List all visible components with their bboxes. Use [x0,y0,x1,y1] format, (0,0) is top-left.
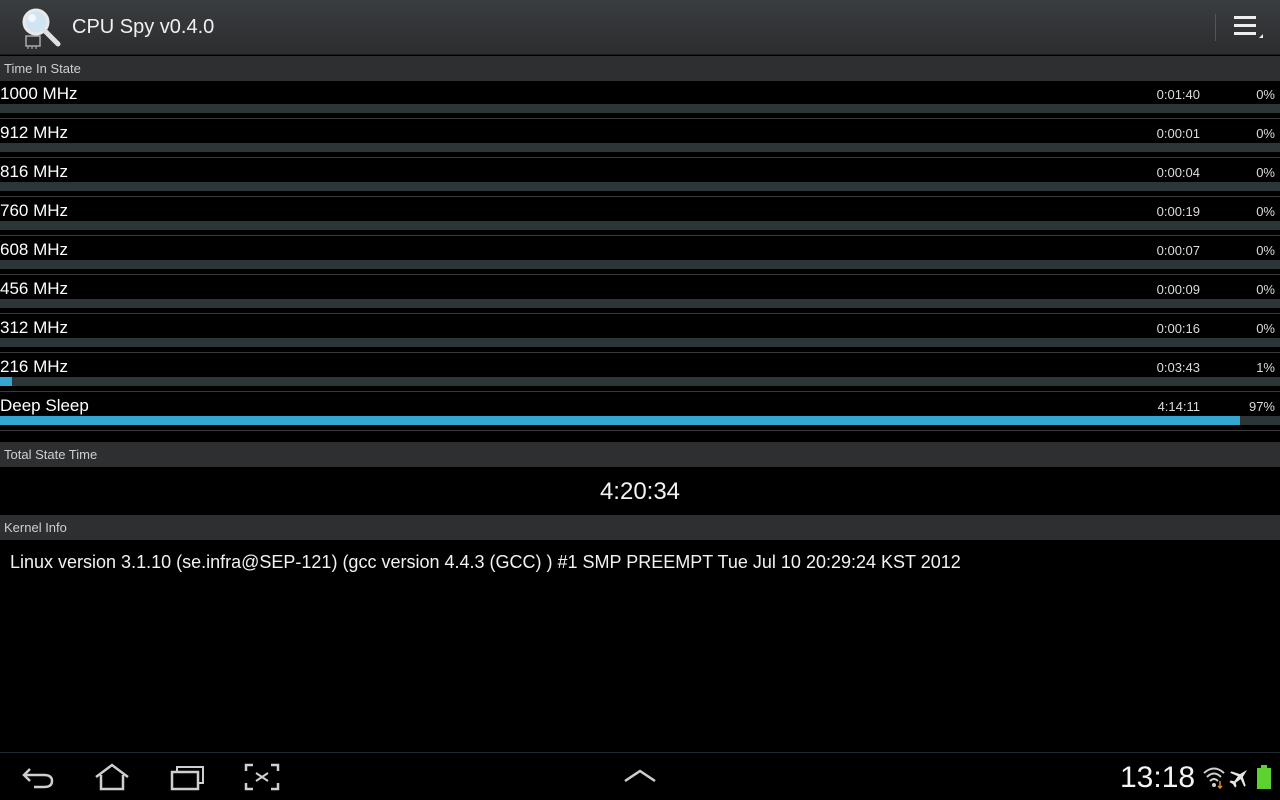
screenshot-icon[interactable] [242,763,282,791]
recent-apps-icon[interactable] [167,763,207,791]
state-progress-bar [0,377,1280,386]
row-divider [0,118,1280,119]
state-name: 760 MHz [0,201,69,220]
kernel-info-header: Kernel Info [0,515,1280,540]
state-progress-bar [0,182,1280,191]
state-row: Deep Sleep 4:14:11 97% [0,393,1280,432]
state-name: 312 MHz [0,318,69,337]
battery-icon [1257,765,1271,789]
action-bar-divider [1215,14,1216,41]
state-time: 4:14:11 [1157,399,1200,414]
state-name: 912 MHz [0,123,69,142]
airplane-mode-icon [1229,769,1248,788]
state-row: 912 MHz 0:00:01 0% [0,120,1280,159]
state-time: 0:00:07 [1156,243,1200,258]
state-percent: 0% [1256,87,1275,102]
state-list: 1000 MHz 0:01:40 0% 912 MHz 0:00:01 0% 816 MHz… [0,81,1280,432]
state-time: 0:01:40 [1156,87,1200,102]
state-progress-bar [0,260,1280,269]
overflow-menu-icon[interactable] [1230,12,1266,44]
system-nav-bar: 13:18 [0,752,1280,800]
magnifier-chip-icon[interactable] [18,6,62,50]
state-progress-fill [0,377,12,386]
state-progress-fill [0,416,1240,425]
row-divider [0,196,1280,197]
state-name: Deep Sleep [0,396,89,415]
state-percent: 1% [1256,360,1275,375]
state-percent: 0% [1256,243,1275,258]
state-name: 1000 MHz [0,84,78,103]
state-percent: 0% [1256,282,1275,297]
state-name: 816 MHz [0,162,69,181]
state-percent: 0% [1256,126,1275,141]
wifi-icon [1203,767,1225,789]
state-row: 456 MHz 0:00:09 0% [0,276,1280,315]
state-progress-bar [0,143,1280,152]
state-time: 0:00:09 [1156,282,1200,297]
row-divider [0,157,1280,158]
state-progress-bar [0,221,1280,230]
state-row: 608 MHz 0:00:07 0% [0,237,1280,276]
row-divider [0,352,1280,353]
back-icon[interactable] [18,763,58,791]
state-time: 0:00:19 [1156,204,1200,219]
state-progress-bar [0,416,1280,425]
total-state-time-header: Total State Time [0,442,1280,467]
home-icon[interactable] [92,763,132,791]
state-progress-bar [0,299,1280,308]
row-divider [0,391,1280,392]
state-row: 1000 MHz 0:01:40 0% [0,81,1280,120]
row-divider [0,313,1280,314]
state-time: 0:00:01 [1156,126,1200,141]
state-row: 816 MHz 0:00:04 0% [0,159,1280,198]
state-time: 0:00:16 [1156,321,1200,336]
state-time: 0:00:04 [1156,165,1200,180]
state-name: 608 MHz [0,240,69,259]
time-in-state-header: Time In State [0,56,1280,81]
state-percent: 0% [1256,204,1275,219]
state-name: 456 MHz [0,279,69,298]
state-time: 0:03:43 [1156,360,1200,375]
row-divider [0,430,1280,431]
row-divider [0,274,1280,275]
total-state-time-value: 4:20:34 [599,478,681,505]
app-title: CPU Spy v0.4.0 [72,16,215,38]
state-row: 760 MHz 0:00:19 0% [0,198,1280,237]
state-progress-bar [0,338,1280,347]
status-clock: 13:18 [1120,761,1196,794]
state-percent: 0% [1256,321,1275,336]
state-row: 216 MHz 0:03:43 1% [0,354,1280,393]
state-name: 216 MHz [0,357,69,376]
action-bar: CPU Spy v0.4.0 [0,0,1280,55]
up-chevron-icon[interactable] [620,763,660,791]
state-percent: 0% [1256,165,1275,180]
state-progress-bar [0,104,1280,113]
kernel-info-text: Linux version 3.1.10 (se.infra@SEP-121) … [10,552,961,572]
state-row: 312 MHz 0:00:16 0% [0,315,1280,354]
state-percent: 97% [1248,399,1275,414]
row-divider [0,235,1280,236]
